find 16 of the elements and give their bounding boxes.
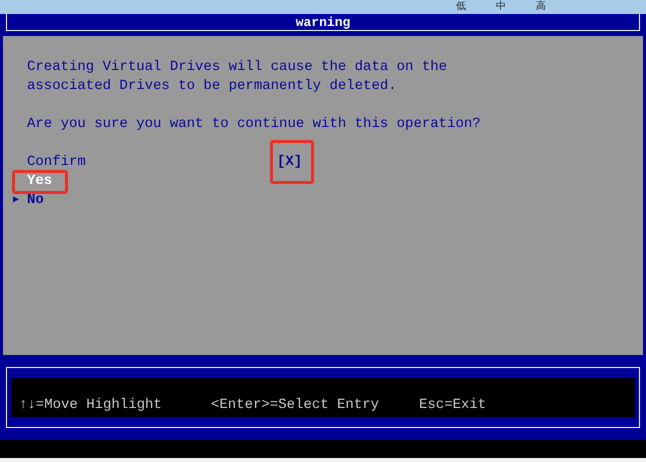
message-text: Creating Virtual Drives will cause the data on the	[27, 58, 448, 77]
question-text: Are you sure you want to continue with this operation?	[27, 115, 481, 134]
quality-label[interactable]: 高	[536, 1, 546, 13]
option-item[interactable]: No	[27, 191, 44, 210]
key-hint: Esc=Exit	[419, 396, 486, 415]
confirm-value[interactable]: [X]	[277, 153, 302, 172]
annotation-box	[12, 170, 68, 194]
message-text: associated Drives to be permanently deleted.	[27, 77, 397, 96]
key-hint: <Enter>=Select Entry	[211, 396, 380, 415]
confirm-label: Confirm	[27, 153, 87, 172]
quality-label[interactable]: 低	[456, 1, 466, 13]
pointer-marker: ▶	[13, 194, 20, 208]
quality-label[interactable]: 中	[496, 1, 506, 13]
key-hint: ↑↓=Move Highlight	[19, 396, 163, 415]
annotation-box	[270, 140, 314, 184]
window-title: warning	[296, 14, 350, 30]
